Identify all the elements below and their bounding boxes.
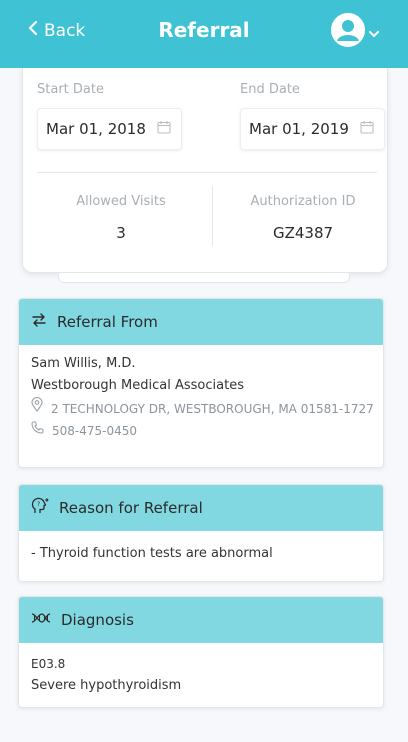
dna-icon bbox=[31, 611, 51, 629]
divider-vertical bbox=[212, 186, 213, 246]
reason-title: Reason for Referral bbox=[59, 499, 203, 517]
end-date-label: End Date bbox=[240, 82, 300, 97]
diagnosis-body: E03.8 Severe hypothyroidism bbox=[19, 643, 383, 705]
diagnosis-description: Severe hypothyroidism bbox=[31, 678, 182, 693]
start-date-label: Start Date bbox=[37, 82, 104, 97]
start-date-field[interactable]: Mar 01, 2018 bbox=[37, 108, 182, 150]
diagnosis-title: Diagnosis bbox=[61, 611, 134, 629]
reason-header: ? Reason for Referral bbox=[19, 485, 383, 531]
phone-row[interactable]: 508-475-0450 bbox=[31, 420, 371, 442]
referral-from-header: Referral From bbox=[19, 299, 383, 345]
referring-practice: Westborough Medical Associates bbox=[31, 378, 244, 393]
svg-text:?: ? bbox=[37, 501, 40, 508]
reason-card: ? Reason for Referral - Thyroid function… bbox=[18, 484, 384, 582]
referring-doctor: Sam Willis, M.D. bbox=[31, 356, 136, 371]
location-pin-icon bbox=[31, 397, 43, 420]
calendar-icon bbox=[157, 120, 171, 138]
start-date-value: Mar 01, 2018 bbox=[46, 120, 146, 138]
authorization-id-label: Authorization ID bbox=[250, 194, 356, 209]
end-date-field[interactable]: Mar 01, 2019 bbox=[240, 108, 385, 150]
end-date-value: Mar 01, 2019 bbox=[249, 120, 349, 138]
head-question-icon: ? bbox=[31, 497, 49, 519]
divider bbox=[37, 172, 377, 173]
address-row[interactable]: 2 TECHNOLOGY DR, WESTBOROUGH, MA 01581-1… bbox=[31, 397, 374, 420]
referral-from-card: Referral From Sam Willis, M.D. Westborou… bbox=[18, 298, 384, 468]
stacked-card-edge bbox=[58, 273, 350, 283]
authorization-card: Start Date Mar 01, 2018 End Date Mar 01,… bbox=[22, 68, 388, 273]
referral-from-title: Referral From bbox=[57, 313, 158, 331]
allowed-visits-label: Allowed Visits bbox=[76, 194, 166, 209]
referral-phone: 508-475-0450 bbox=[52, 424, 138, 438]
allowed-visits-value: 3 bbox=[116, 224, 126, 242]
reason-body: - Thyroid function tests are abnormal bbox=[19, 531, 383, 573]
exchange-arrows-icon bbox=[31, 313, 47, 331]
phone-icon bbox=[31, 420, 44, 442]
authorization-id-value: GZ4387 bbox=[272, 224, 334, 242]
user-avatar-icon bbox=[330, 12, 366, 52]
diagnosis-card: Diagnosis E03.8 Severe hypothyroidism bbox=[18, 596, 384, 708]
referral-from-body: Sam Willis, M.D. Westborough Medical Ass… bbox=[19, 345, 383, 450]
app-header: Back Referral bbox=[0, 0, 408, 68]
chevron-down-icon bbox=[369, 23, 379, 42]
profile-menu-button[interactable] bbox=[330, 12, 379, 52]
calendar-icon bbox=[360, 120, 374, 138]
diagnosis-header: Diagnosis bbox=[19, 597, 383, 643]
diagnosis-code: E03.8 bbox=[31, 657, 66, 671]
reason-text: - Thyroid function tests are abnormal bbox=[31, 546, 273, 561]
referral-address: 2 TECHNOLOGY DR, WESTBOROUGH, MA 01581-1… bbox=[51, 401, 374, 416]
